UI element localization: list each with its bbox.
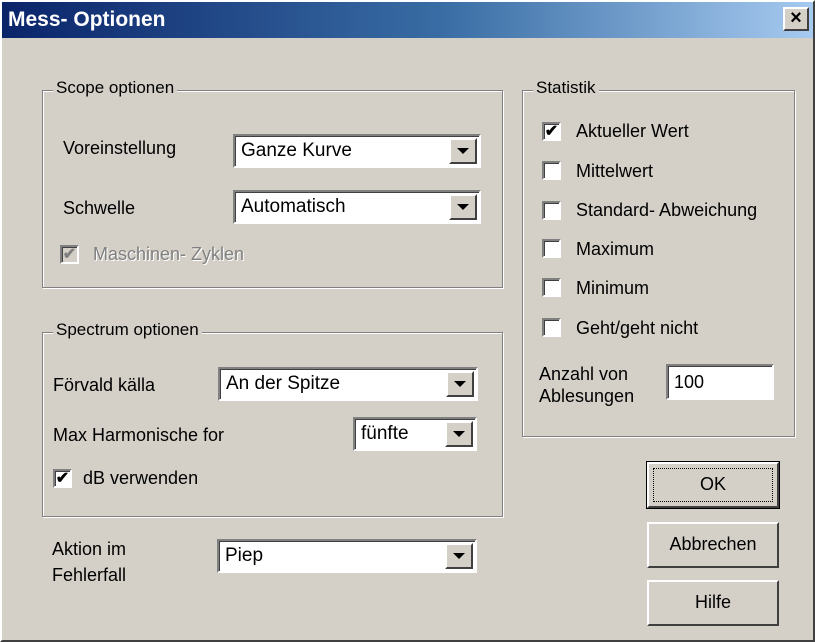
help-button[interactable]: Hilfe	[647, 580, 779, 626]
window-title: Mess- Optionen	[8, 8, 166, 31]
maximum-label: Maximum	[576, 239, 655, 259]
chevron-down-icon[interactable]	[445, 421, 473, 447]
voreinstellung-value: Ganze Kurve	[241, 140, 352, 161]
help-button-label: Hilfe	[694, 592, 731, 612]
maschinen-zyklen-label: Maschinen- Zyklen	[93, 244, 245, 264]
spectrum-options-group: Spectrum optionen Förvald källa An der S…	[42, 320, 503, 517]
minimum-checkbox[interactable]	[542, 278, 561, 297]
aktueller-wert-label: Aktueller Wert	[576, 121, 689, 141]
chevron-down-icon[interactable]	[445, 543, 473, 569]
chevron-down-icon[interactable]	[446, 371, 474, 397]
maximum-checkbox[interactable]	[542, 239, 561, 258]
mittelwert-checkbox[interactable]	[542, 161, 561, 180]
foervald-kaella-label: Förvald källa	[53, 375, 156, 395]
schwelle-dropdown[interactable]: Automatisch	[233, 190, 481, 224]
db-verwenden-label: dB verwenden	[83, 468, 199, 488]
chevron-down-icon[interactable]	[449, 138, 477, 164]
aktion-dropdown[interactable]: Piep	[217, 539, 477, 573]
close-button[interactable]: ×	[783, 7, 809, 31]
max-harmonische-label: Max Harmonische for	[53, 425, 225, 445]
geht-geht-nicht-label: Geht/geht nicht	[576, 318, 699, 338]
foervald-kaella-dropdown[interactable]: An der Spitze	[218, 367, 478, 401]
cancel-button-label: Abbrechen	[669, 534, 757, 554]
cancel-button[interactable]: Abbrechen	[647, 522, 779, 568]
standard-abweichung-checkbox[interactable]	[542, 201, 561, 220]
aktion-label-line1: Aktion im	[52, 539, 127, 559]
title-bar[interactable]: Mess- Optionen ×	[2, 2, 813, 38]
aktueller-wert-checkbox[interactable]: ✔	[542, 122, 561, 141]
voreinstellung-label: Voreinstellung	[63, 138, 177, 158]
statistik-group: Statistik ✔ Aktueller Wert Mittelwert St…	[522, 78, 795, 437]
db-verwenden-checkbox[interactable]: ✔	[53, 469, 72, 488]
aktion-value: Piep	[225, 545, 264, 566]
spectrum-options-legend: Spectrum optionen	[53, 320, 202, 340]
scope-options-group: Scope optionen Voreinstellung Ganze Kurv…	[42, 78, 503, 288]
statistik-legend: Statistik	[533, 78, 599, 98]
scope-options-legend: Scope optionen	[53, 78, 178, 98]
max-harmonische-value: fünfte	[361, 423, 409, 444]
ok-button-label: OK	[699, 474, 726, 494]
mittelwert-label: Mittelwert	[576, 161, 654, 181]
max-harmonische-dropdown[interactable]: fünfte	[353, 417, 477, 451]
aktion-label-line2: Fehlerfall	[52, 565, 127, 585]
minimum-label: Minimum	[576, 278, 650, 298]
chevron-down-icon[interactable]	[449, 194, 477, 220]
anzahl-label-line1: Anzahl von	[539, 364, 629, 384]
ok-button[interactable]: OK	[646, 461, 780, 509]
schwelle-label: Schwelle	[63, 198, 136, 218]
schwelle-value: Automatisch	[241, 196, 346, 217]
foervald-kaella-value: An der Spitze	[226, 373, 341, 394]
voreinstellung-dropdown[interactable]: Ganze Kurve	[233, 134, 481, 168]
anzahl-input[interactable]	[666, 364, 774, 400]
mess-optionen-dialog: Mess- Optionen × Scope optionen Voreinst…	[0, 0, 815, 642]
maschinen-zyklen-checkbox[interactable]: ✔	[60, 245, 79, 264]
geht-geht-nicht-checkbox[interactable]	[542, 318, 561, 337]
standard-abweichung-label: Standard- Abweichung	[576, 200, 758, 220]
anzahl-label-line2: Ablesungen	[539, 386, 635, 406]
